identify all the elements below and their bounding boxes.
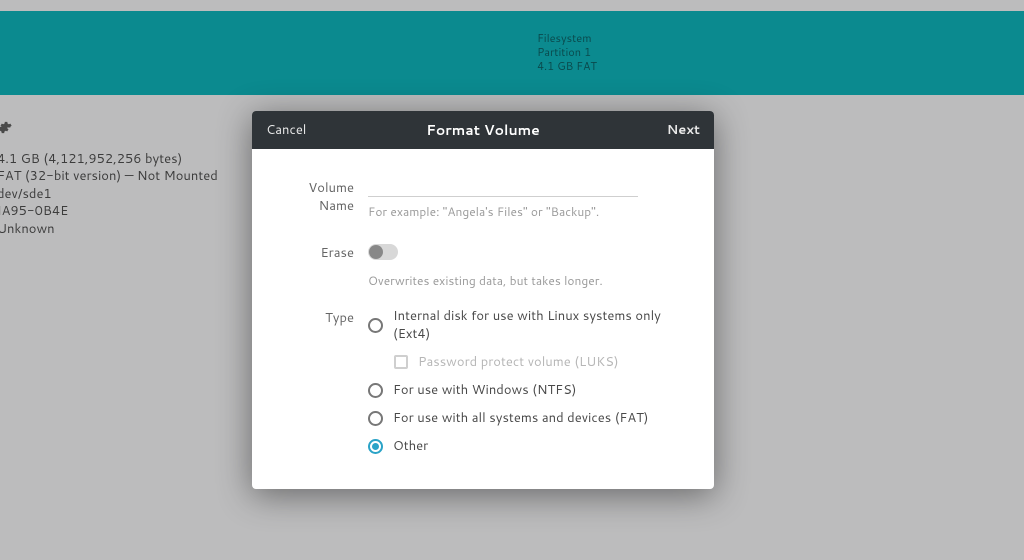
volume-name-label: Volume Name [278,177,368,215]
type-option-label: For use with Windows (NTFS) [393,381,576,399]
erase-hint: Overwrites existing data, but takes long… [368,272,688,289]
next-button[interactable]: Next [652,121,700,139]
type-option-label: Internal disk for use with Linux systems… [393,307,688,343]
checkbox-icon [394,355,408,369]
cancel-button[interactable]: Cancel [266,121,314,139]
volume-name-input[interactable] [368,177,638,197]
type-label: Type [278,307,368,327]
radio-icon [368,411,383,426]
dialog-title: Format Volume [314,120,652,140]
type-option-label: Other [393,437,428,455]
modal-overlay: Cancel Format Volume Next Volume Name Fo… [0,0,1024,560]
type-option-other[interactable]: Other [368,437,688,455]
volume-name-hint: For example: "Angela's Files" or "Backup… [368,203,688,220]
type-option-ntfs[interactable]: For use with Windows (NTFS) [368,381,688,399]
erase-label: Erase [278,242,368,262]
format-volume-dialog: Cancel Format Volume Next Volume Name Fo… [252,111,714,489]
type-option-label: For use with all systems and devices (FA… [393,409,649,427]
type-option-ext4[interactable]: Internal disk for use with Linux systems… [368,307,688,343]
radio-icon [368,318,383,333]
dialog-headerbar: Cancel Format Volume Next [252,111,714,149]
radio-icon [368,383,383,398]
erase-toggle[interactable] [368,244,398,260]
type-option-label: Password protect volume (LUKS) [418,353,619,371]
type-option-fat[interactable]: For use with all systems and devices (FA… [368,409,688,427]
dialog-body: Volume Name For example: "Angela's Files… [252,149,714,489]
type-option-luks: Password protect volume (LUKS) [394,353,688,371]
radio-icon [368,439,383,454]
